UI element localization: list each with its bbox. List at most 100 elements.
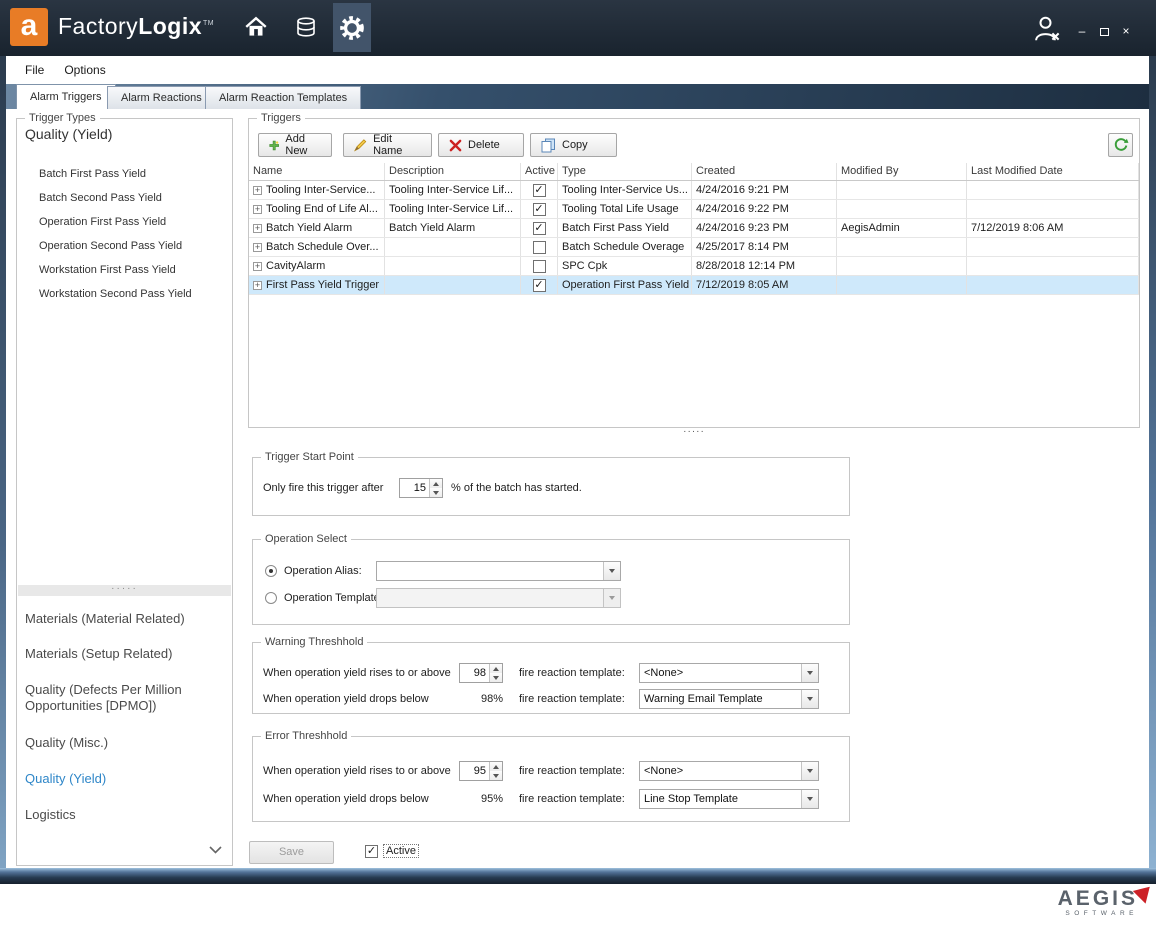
spin-up-button[interactable] xyxy=(430,479,442,488)
minimize-button[interactable]: – xyxy=(1074,24,1090,40)
active-checkbox[interactable]: ✓ xyxy=(533,279,546,292)
category-quality-dpmo[interactable]: Quality (Defects Per Million Opportuniti… xyxy=(25,682,225,714)
row-expander-icon[interactable]: + xyxy=(253,186,262,195)
combo-value: <None> xyxy=(640,664,801,682)
spin-up-button[interactable] xyxy=(490,664,502,673)
column-header-active[interactable]: Active xyxy=(521,163,558,180)
sidebar-scroll-down-button[interactable] xyxy=(209,841,222,859)
row-expander-icon[interactable]: + xyxy=(253,205,262,214)
trigger-type-item[interactable]: Workstation First Pass Yield xyxy=(39,264,176,276)
copy-button[interactable]: Copy xyxy=(530,133,617,157)
tab-alarm-triggers[interactable]: Alarm Triggers xyxy=(16,84,116,109)
active-checkbox-field[interactable]: ✓ Active xyxy=(365,844,419,858)
table-row-selected[interactable]: +First Pass Yield Trigger ✓ Operation Fi… xyxy=(249,276,1139,295)
category-materials-material-related[interactable]: Materials (Material Related) xyxy=(25,611,225,627)
trigger-type-item[interactable]: Workstation Second Pass Yield xyxy=(39,288,192,300)
user-logout-button[interactable] xyxy=(1032,14,1064,44)
category-quality-yield[interactable]: Quality (Yield) xyxy=(25,771,225,787)
cell-modified-by xyxy=(837,200,967,218)
column-header-name[interactable]: Name xyxy=(249,163,385,180)
database-button[interactable] xyxy=(292,14,320,42)
column-header-last-modified-date[interactable]: Last Modified Date xyxy=(967,163,1139,180)
row-expander-icon[interactable]: + xyxy=(253,262,262,271)
delete-button[interactable]: Delete xyxy=(438,133,524,157)
menu-file[interactable]: File xyxy=(16,60,53,80)
row-expander-icon[interactable]: + xyxy=(253,224,262,233)
tab-alarm-reactions[interactable]: Alarm Reactions xyxy=(107,86,216,109)
active-checkbox[interactable]: ✓ xyxy=(533,222,546,235)
warning-drops-template-combo[interactable]: Warning Email Template xyxy=(639,689,819,709)
tab-alarm-reaction-templates[interactable]: Alarm Reaction Templates xyxy=(205,86,361,109)
trigger-type-item[interactable]: Operation Second Pass Yield xyxy=(39,240,182,252)
category-logistics[interactable]: Logistics xyxy=(25,807,225,823)
warning-fire-label: fire reaction template: xyxy=(519,663,625,683)
spinner-buttons xyxy=(489,664,502,682)
cell-active: ✓ xyxy=(521,219,558,237)
refresh-button[interactable] xyxy=(1108,133,1133,157)
active-checkbox[interactable]: ✓ xyxy=(533,203,546,216)
combo-dropdown-button[interactable] xyxy=(603,562,620,580)
spin-down-button[interactable] xyxy=(430,488,442,497)
cell-last-modified xyxy=(967,200,1139,218)
combo-dropdown-button[interactable] xyxy=(801,790,818,808)
active-checkbox[interactable]: ✓ xyxy=(365,845,378,858)
category-quality-misc[interactable]: Quality (Misc.) xyxy=(25,735,225,751)
cell-name: +Tooling Inter-Service... xyxy=(249,181,385,199)
save-button[interactable]: Save xyxy=(249,841,334,864)
trigger-type-item[interactable]: Batch First Pass Yield xyxy=(39,168,146,180)
error-drops-template-combo[interactable]: Line Stop Template xyxy=(639,789,819,809)
triggers-label: Triggers xyxy=(257,112,305,124)
trigger-type-item[interactable]: Operation First Pass Yield xyxy=(39,216,166,228)
cell-active: ✓ xyxy=(521,276,558,294)
cell-modified-by xyxy=(837,238,967,256)
cell-type: Batch First Pass Yield xyxy=(558,219,692,237)
row-expander-icon[interactable]: + xyxy=(253,243,262,252)
combo-dropdown-button[interactable] xyxy=(801,690,818,708)
horizontal-splitter[interactable]: ····· xyxy=(248,429,1140,438)
spin-up-button[interactable] xyxy=(490,762,502,771)
settings-button[interactable] xyxy=(333,3,371,52)
column-header-type[interactable]: Type xyxy=(558,163,692,180)
maximize-button[interactable] xyxy=(1096,24,1112,40)
sidebar-splitter[interactable]: ····· xyxy=(18,585,231,596)
active-checkbox[interactable]: ✓ xyxy=(533,184,546,197)
combo-dropdown-button[interactable] xyxy=(801,762,818,780)
close-button[interactable]: × xyxy=(1118,24,1134,40)
home-button[interactable] xyxy=(242,14,270,42)
active-checkbox[interactable] xyxy=(533,241,546,254)
spin-down-button[interactable] xyxy=(490,771,502,780)
warning-rises-spinner[interactable]: 98 xyxy=(459,663,503,683)
column-header-description[interactable]: Description xyxy=(385,163,521,180)
menu-options[interactable]: Options xyxy=(55,60,114,80)
batch-started-percent-spinner[interactable]: 15 xyxy=(399,478,443,498)
table-row[interactable]: +Batch Schedule Over... Batch Schedule O… xyxy=(249,238,1139,257)
operation-template-radio[interactable] xyxy=(265,592,277,604)
vertical-splitter[interactable]: ······ xyxy=(232,471,244,515)
cell-type: SPC Cpk xyxy=(558,257,692,275)
active-checkbox[interactable] xyxy=(533,260,546,273)
table-row[interactable]: +Batch Yield Alarm Batch Yield Alarm ✓ B… xyxy=(249,219,1139,238)
trigger-start-point-label: Trigger Start Point xyxy=(261,451,358,463)
table-row[interactable]: +Tooling Inter-Service... Tooling Inter-… xyxy=(249,181,1139,200)
table-row[interactable]: +Tooling End of Life Al... Tooling Inter… xyxy=(249,200,1139,219)
operation-alias-radio[interactable] xyxy=(265,565,277,577)
spin-down-button[interactable] xyxy=(490,673,502,682)
row-expander-icon[interactable]: + xyxy=(253,281,262,290)
column-header-modified-by[interactable]: Modified By xyxy=(837,163,967,180)
edit-name-button[interactable]: Edit Name xyxy=(343,133,432,157)
category-materials-setup-related[interactable]: Materials (Setup Related) xyxy=(25,646,225,662)
operation-alias-combo[interactable] xyxy=(376,561,621,581)
aegis-logo-name: AEGIS xyxy=(1058,889,1138,909)
trigger-type-item[interactable]: Batch Second Pass Yield xyxy=(39,192,162,204)
error-rises-template-combo[interactable]: <None> xyxy=(639,761,819,781)
error-fire-label: fire reaction template: xyxy=(519,761,625,781)
error-rises-spinner[interactable]: 95 xyxy=(459,761,503,781)
combo-dropdown-button[interactable] xyxy=(801,664,818,682)
warning-rises-template-combo[interactable]: <None> xyxy=(639,663,819,683)
spinner-buttons xyxy=(429,479,442,497)
copy-icon xyxy=(541,138,556,153)
column-header-created[interactable]: Created xyxy=(692,163,837,180)
add-new-button[interactable]: Add New xyxy=(258,133,332,157)
table-row[interactable]: +CavityAlarm SPC Cpk 8/28/2018 12:14 PM xyxy=(249,257,1139,276)
down-arrow-icon xyxy=(493,676,499,680)
